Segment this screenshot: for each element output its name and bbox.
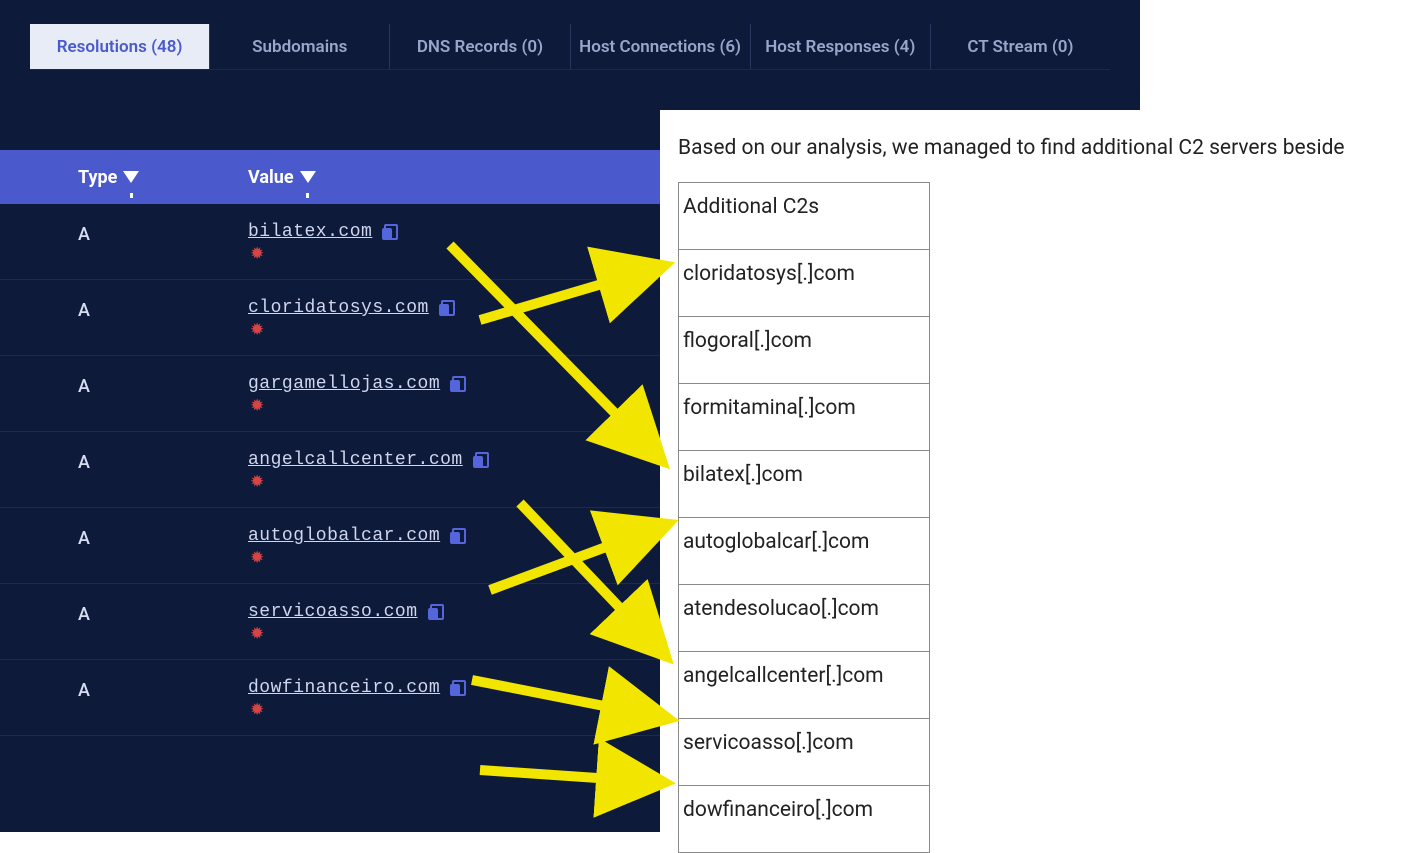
malicious-indicator-icon: ✹ [248, 626, 444, 643]
domain-link[interactable]: dowfinanceiro.com [248, 678, 440, 698]
copy-icon[interactable] [428, 604, 444, 620]
column-header-type[interactable]: Type [78, 167, 248, 188]
tab-resolutions-48[interactable]: Resolutions (48) [30, 24, 210, 69]
c2-entry: servicoasso[.]com [679, 719, 930, 786]
tab-ct-stream-0[interactable]: CT Stream (0) [931, 24, 1110, 69]
domain-link[interactable]: bilatex.com [248, 222, 372, 242]
c2-entry: dowfinanceiro[.]com [679, 786, 930, 853]
malicious-indicator-icon: ✹ [248, 246, 398, 263]
domain-link[interactable]: autoglobalcar.com [248, 526, 440, 546]
additional-c2s-table: Additional C2s cloridatosys[.]comflogora… [678, 182, 930, 853]
domain-link[interactable]: cloridatosys.com [248, 298, 429, 318]
copy-icon[interactable] [450, 376, 466, 392]
c2-entry: cloridatosys[.]com [679, 250, 930, 317]
cell-value: angelcallcenter.com ✹ [248, 450, 489, 491]
c2-entry: formitamina[.]com [679, 384, 930, 451]
c2-entry: angelcallcenter[.]com [679, 652, 930, 719]
cell-record-type: A [78, 602, 248, 625]
filter-icon[interactable] [300, 171, 316, 183]
tabs-bar: Resolutions (48)SubdomainsDNS Records (0… [30, 24, 1110, 70]
copy-icon[interactable] [439, 300, 455, 316]
domain-link[interactable]: angelcallcenter.com [248, 450, 463, 470]
cell-value: bilatex.com ✹ [248, 222, 398, 263]
malicious-indicator-icon: ✹ [248, 322, 455, 339]
cell-value: dowfinanceiro.com ✹ [248, 678, 466, 719]
cell-value: autoglobalcar.com ✹ [248, 526, 466, 567]
column-header-value[interactable]: Value [248, 167, 316, 188]
filter-icon[interactable] [123, 171, 139, 183]
article-intro-text: Based on our analysis, we managed to fin… [678, 136, 1420, 160]
tab-host-connections-6[interactable]: Host Connections (6) [571, 24, 751, 69]
cell-record-type: A [78, 678, 248, 701]
c2-entry: flogoral[.]com [679, 317, 930, 384]
cell-record-type: A [78, 526, 248, 549]
copy-icon[interactable] [450, 680, 466, 696]
cell-value: servicoasso.com ✹ [248, 602, 444, 643]
cell-record-type: A [78, 222, 248, 245]
malicious-indicator-icon: ✹ [248, 702, 466, 719]
tab-subdomains[interactable]: Subdomains [210, 24, 390, 69]
column-header-value-label: Value [248, 167, 294, 188]
copy-icon[interactable] [450, 528, 466, 544]
copy-icon[interactable] [473, 452, 489, 468]
cell-value: gargamellojas.com ✹ [248, 374, 466, 415]
copy-icon[interactable] [382, 224, 398, 240]
cell-record-type: A [78, 374, 248, 397]
malicious-indicator-icon: ✹ [248, 398, 466, 415]
c2-entry: atendesolucao[.]com [679, 585, 930, 652]
malicious-indicator-icon: ✹ [248, 474, 489, 491]
domain-link[interactable]: servicoasso.com [248, 602, 418, 622]
malicious-indicator-icon: ✹ [248, 550, 466, 567]
cell-record-type: A [78, 450, 248, 473]
cell-record-type: A [78, 298, 248, 321]
article-overlay: Based on our analysis, we managed to fin… [660, 110, 1420, 840]
tab-dns-records-0[interactable]: DNS Records (0) [390, 24, 570, 69]
cell-value: cloridatosys.com ✹ [248, 298, 455, 339]
c2-table-header: Additional C2s [679, 183, 930, 250]
c2-entry: bilatex[.]com [679, 451, 930, 518]
column-header-type-label: Type [78, 167, 117, 188]
domain-link[interactable]: gargamellojas.com [248, 374, 440, 394]
c2-entry: autoglobalcar[.]com [679, 518, 930, 585]
tab-host-responses-4[interactable]: Host Responses (4) [751, 24, 931, 69]
